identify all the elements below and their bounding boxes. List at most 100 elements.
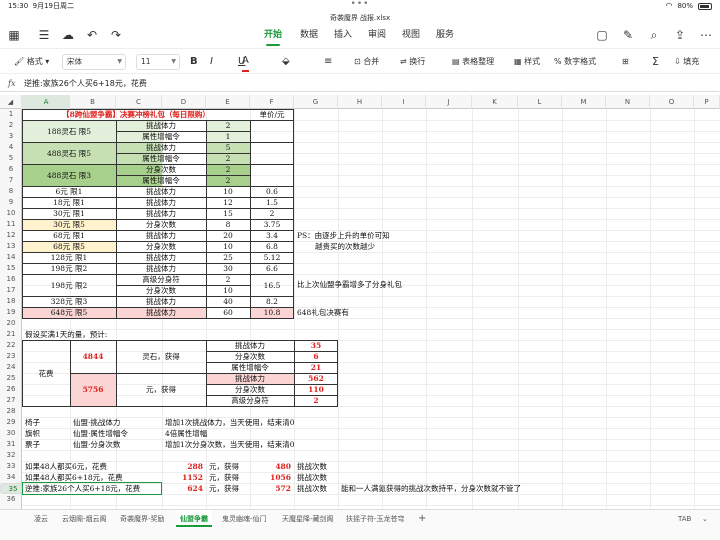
cell[interactable]: 1152 bbox=[162, 472, 206, 483]
row-header[interactable]: 31 bbox=[0, 439, 22, 450]
row-header[interactable]: 8 bbox=[0, 186, 22, 197]
cell[interactable]: 挑战体力 bbox=[116, 230, 206, 241]
font-size-select[interactable]: 11 ▼ bbox=[136, 54, 180, 70]
cell[interactable]: 648元 限5 bbox=[22, 307, 116, 318]
cell[interactable]: 挑战次数 bbox=[294, 472, 327, 483]
grid-apps-icon[interactable]: ▦ bbox=[6, 24, 22, 46]
row-header[interactable]: 14 bbox=[0, 252, 22, 263]
row-header[interactable]: 36 bbox=[0, 494, 22, 505]
formula-bar[interactable]: fx 逆推:家族26个人买6+18元，花费 bbox=[0, 76, 720, 92]
borders-icon[interactable]: ⊞ bbox=[622, 49, 629, 75]
row-header[interactable]: 35 bbox=[0, 483, 22, 494]
cell[interactable]: 分身次数 bbox=[116, 285, 206, 296]
cell[interactable]: 2 bbox=[250, 208, 294, 219]
table-tidy-button[interactable]: ▤ 表格整理 bbox=[452, 49, 494, 75]
tab-start[interactable]: 开始 bbox=[264, 24, 282, 46]
column-header[interactable]: M bbox=[562, 95, 606, 109]
row-header[interactable]: 34 bbox=[0, 472, 22, 483]
sheet-tab-active[interactable]: 仙盟争霸 bbox=[176, 510, 212, 528]
column-header[interactable]: P bbox=[694, 95, 720, 109]
sheet-tab[interactable]: 凌云 bbox=[34, 510, 48, 528]
column-header[interactable]: K bbox=[472, 95, 518, 109]
cell[interactable]: 12 bbox=[206, 197, 250, 208]
cell[interactable]: 如果48人都买6元，花费 bbox=[22, 461, 107, 472]
cell[interactable]: 挑战体力 bbox=[116, 186, 206, 197]
cell[interactable]: 10 bbox=[206, 285, 250, 296]
column-header[interactable]: N bbox=[606, 95, 650, 109]
column-header[interactable]: D bbox=[162, 95, 206, 109]
cell[interactable]: 68元 限1 bbox=[22, 230, 116, 241]
select-all-corner[interactable]: ◢ bbox=[0, 95, 22, 109]
sheet-tab[interactable]: 奇袭魔界-奖励 bbox=[120, 510, 165, 528]
multitask-dots[interactable]: ••• bbox=[0, 0, 720, 10]
column-header[interactable]: B bbox=[70, 95, 116, 109]
row-header[interactable]: 3 bbox=[0, 131, 22, 142]
cell[interactable]: 分身次数 bbox=[116, 241, 206, 252]
cell[interactable]: 票子 bbox=[22, 439, 40, 450]
wrap-button[interactable]: ⇌ 换行 bbox=[400, 49, 425, 75]
cell[interactable]: 25 bbox=[206, 252, 250, 263]
cell[interactable]: 挑战体力 bbox=[116, 142, 206, 153]
cell[interactable]: 30元 限1 bbox=[22, 208, 116, 219]
share-icon[interactable]: ⇪ bbox=[672, 24, 688, 46]
cell[interactable]: 仙盟·属性增幅令 bbox=[70, 428, 128, 439]
column-header[interactable]: L bbox=[518, 95, 562, 109]
column-header[interactable]: F bbox=[250, 95, 294, 109]
cell[interactable]: 60 bbox=[206, 307, 250, 318]
cell[interactable]: 2 bbox=[206, 164, 250, 175]
formula-value[interactable]: 逆推:家族26个人买6+18元，花费 bbox=[24, 76, 147, 92]
cell[interactable]: 分身次数 bbox=[116, 164, 206, 175]
cell[interactable]: 10.8 bbox=[250, 307, 294, 318]
row-header[interactable]: 32 bbox=[0, 450, 22, 461]
column-header[interactable]: G bbox=[294, 95, 338, 109]
row-header[interactable]: 33 bbox=[0, 461, 22, 472]
row-header[interactable]: 2 bbox=[0, 120, 22, 131]
cell[interactable]: 6元 限1 bbox=[22, 186, 116, 197]
column-header[interactable]: A bbox=[22, 95, 70, 109]
row-header[interactable]: 23 bbox=[0, 351, 22, 362]
cell[interactable]: 椅子 bbox=[22, 417, 40, 428]
cell[interactable]: 灵石，获得 bbox=[116, 340, 206, 373]
spreadsheet-grid[interactable]: 【8跨仙盟争霸】决赛冲榜礼包（每日限购） 单价/元 188灵石 限5 挑战体力 … bbox=[22, 109, 720, 509]
cell[interactable]: 1056 bbox=[250, 472, 294, 483]
column-header[interactable]: O bbox=[650, 95, 694, 109]
row-header[interactable]: 18 bbox=[0, 296, 22, 307]
cell[interactable]: 属性增幅令 bbox=[206, 362, 294, 373]
row-header[interactable]: 30 bbox=[0, 428, 22, 439]
cell[interactable]: 挑战体力 bbox=[206, 340, 294, 351]
row-header[interactable]: 25 bbox=[0, 373, 22, 384]
row-header[interactable]: 19 bbox=[0, 307, 22, 318]
style-button[interactable]: ▦ 样式 bbox=[514, 49, 540, 75]
cell[interactable]: 15 bbox=[206, 208, 250, 219]
sheet-tab[interactable]: 天魔星降-藏剑阁 bbox=[282, 510, 334, 528]
more-icon[interactable]: ⋯ bbox=[698, 24, 714, 46]
cost-yuan[interactable]: 5756 bbox=[70, 373, 116, 406]
cell[interactable]: 40 bbox=[206, 296, 250, 307]
tab-data[interactable]: 数据 bbox=[300, 24, 318, 46]
add-sheet-button[interactable]: + bbox=[418, 510, 426, 528]
bold-button[interactable]: B bbox=[190, 49, 198, 75]
collapse-icon[interactable]: ⌄ bbox=[702, 510, 708, 528]
cell[interactable]: 挑战次数 bbox=[294, 461, 327, 472]
cell[interactable]: 分身次数 bbox=[206, 351, 294, 362]
cell[interactable]: 10 bbox=[206, 186, 250, 197]
cell[interactable]: 元，获得 bbox=[206, 461, 239, 472]
cell[interactable]: 2 bbox=[294, 395, 338, 406]
row-header[interactable]: 12 bbox=[0, 230, 22, 241]
cell[interactable]: 仙盟·分身次数 bbox=[70, 439, 120, 450]
cloud-save-icon[interactable]: ☁ bbox=[60, 24, 76, 46]
row-header[interactable]: 10 bbox=[0, 208, 22, 219]
cell[interactable]: 3.75 bbox=[250, 219, 294, 230]
cell[interactable]: 30元 限5 bbox=[22, 219, 116, 230]
row-header[interactable]: 26 bbox=[0, 384, 22, 395]
cell[interactable]: 572 bbox=[250, 483, 294, 494]
sum-button[interactable]: Σ bbox=[652, 49, 659, 75]
row-header[interactable]: 17 bbox=[0, 285, 22, 296]
cell[interactable]: 挑战体力 bbox=[116, 307, 206, 318]
cell[interactable]: 30 bbox=[206, 263, 250, 274]
cell[interactable]: 5.12 bbox=[250, 252, 294, 263]
cell[interactable]: 挑战次数 bbox=[294, 483, 327, 494]
cell[interactable]: 488灵石 限5 bbox=[22, 142, 116, 164]
cell[interactable]: 10 bbox=[206, 241, 250, 252]
cell[interactable]: 仙盟·挑战体力 bbox=[70, 417, 120, 428]
